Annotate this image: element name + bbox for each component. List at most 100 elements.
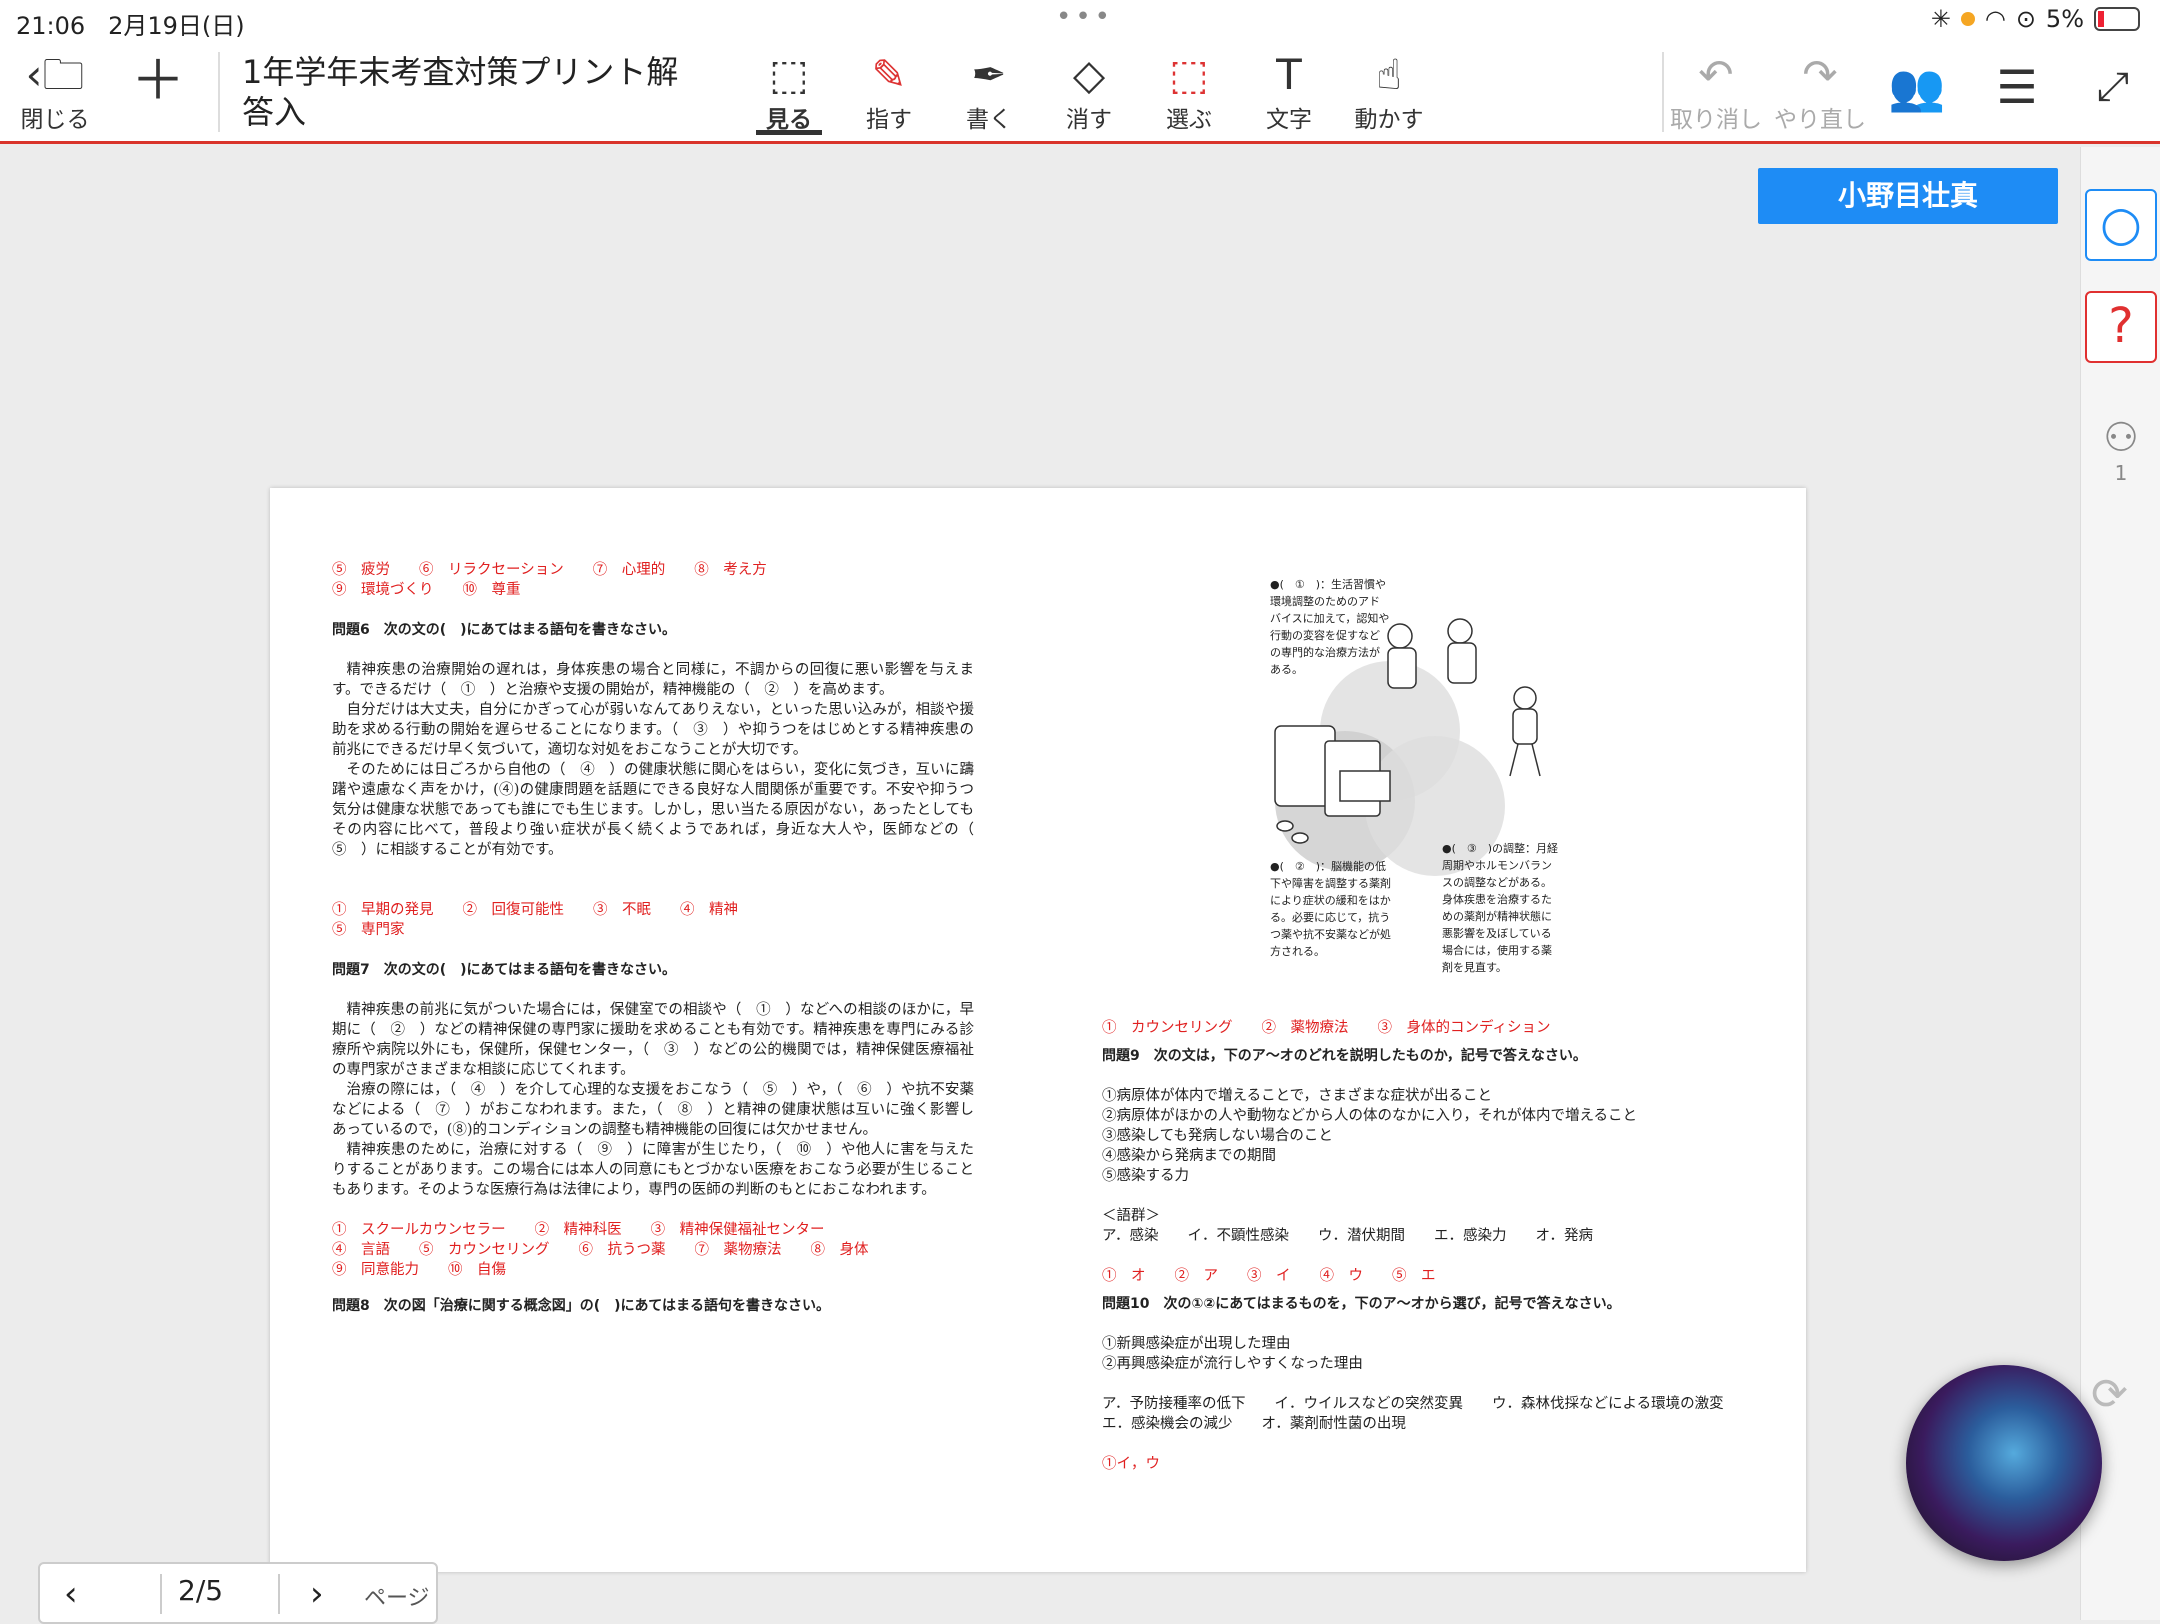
user-name-button[interactable]: 小野目壮真 — [1758, 168, 2058, 224]
tool-label: 消す — [1066, 107, 1112, 133]
answer-line: ⑨ 環境づくり ⑩ 尊重 — [332, 582, 521, 598]
person-icon: ⚇ — [2103, 415, 2139, 461]
q9-item: ④感染から発病までの期間 — [1102, 1148, 1276, 1164]
redo-label: やり直し — [1774, 107, 1866, 133]
answer-line: ④ 言語 ⑤ カウンセリング ⑥ 抗うつ薬 ⑦ 薬物療法 ⑧ 身体 — [332, 1242, 869, 1258]
tool-text[interactable]: T 文字 — [1256, 50, 1322, 134]
word-group: ア．感染 イ．不顕性感染 ウ．潜伏期間 エ．感染力 オ．発病 — [1102, 1228, 1593, 1244]
hamburger-icon: ☰ — [1996, 60, 2038, 114]
paragraph: 自分だけは大丈夫，自分にかぎって心が弱いなんてありえない，といった思い込みが，相… — [332, 702, 974, 758]
page-label: ページ — [364, 1586, 430, 1611]
participants-button[interactable]: 👥 — [1884, 62, 1950, 112]
tool-move[interactable]: ☝ 動かす — [1346, 50, 1432, 134]
question-heading: 問題6 次の文の( )にあてはまる語句を書きなさい。 — [332, 622, 676, 638]
answer-line: ①イ，ウ — [1102, 1456, 1160, 1472]
question-heading: 問題9 次の文は，下のア〜オのどれを説明したものか，記号で答えなさい。 — [1102, 1048, 1587, 1064]
siri-orb[interactable] — [1906, 1365, 2102, 1561]
tool-erase[interactable]: ◇ 消す — [1056, 50, 1122, 134]
paragraph: そのためには日ごろから自他の（ ④ ）の健康状態に関心をはらい，変化に気づき，互… — [332, 762, 989, 858]
paragraph: 治療の際には，（ ④ ）を介して心理的な支援をおこなう（ ⑤ ）や，（ ⑥ ）や… — [332, 1082, 974, 1138]
add-button[interactable]: ＋ — [128, 49, 188, 112]
multitask-dots[interactable]: ••• — [1056, 2, 1114, 32]
q9-item: ①病原体が体内で増えることで，さまざまな症状が出ること — [1102, 1088, 1493, 1104]
loading-icon: ✳ — [1930, 5, 1951, 33]
page-navigator: ‹ 2/5 › ページ — [38, 1562, 438, 1624]
prev-page-button[interactable]: ‹ — [64, 1574, 78, 1614]
undo-button[interactable]: ↶ 取り消し — [1668, 50, 1764, 134]
wifi-icon: ◠ — [1984, 5, 2006, 33]
tool-write[interactable]: ✒ 書く — [956, 50, 1022, 134]
paragraph: 精神疾患の治療開始の遅れは，身体疾患の場合と同様に，不調からの回復に悪い影響を与… — [332, 662, 974, 698]
q9-item: ③感染しても発病しない場合のこと — [1102, 1128, 1333, 1144]
circle-button[interactable]: ○ — [2085, 189, 2157, 261]
tool-label: 書く — [966, 107, 1012, 133]
active-tool-underline — [756, 130, 822, 135]
answer-line: ① 早期の発見 ② 回復可能性 ③ 不眠 ④ 精神 — [332, 902, 738, 918]
pointer-icon: ✎ — [871, 50, 907, 99]
q10-choices: ア．予防接種率の低下 イ．ウイルスなどの突然変異 ウ．森林伐採などによる環境の激… — [1102, 1396, 1753, 1432]
tool-select[interactable]: ⬚ 選ぶ — [1156, 50, 1222, 134]
answer-line: ⑤ 専門家 — [332, 922, 405, 938]
menu-button[interactable]: ☰ — [1984, 62, 2050, 112]
redo-button[interactable]: ↷ やり直し — [1768, 50, 1872, 134]
close-button[interactable]: ‹🗀 閉じる — [14, 50, 96, 134]
eraser-icon: ◇ — [1072, 50, 1106, 99]
left-column: ⑤ 疲労 ⑥ リラクセーション ⑦ 心理的 ⑧ 考え方 ⑨ 環境づくり ⑩ 尊重… — [332, 560, 989, 1324]
tool-view[interactable]: ⬚ 見る — [756, 50, 822, 134]
tool-label: 指す — [866, 107, 912, 133]
circle-icon: ○ — [2100, 196, 2142, 252]
battery-percent: 5% — [2045, 5, 2084, 33]
status-time: 21:06 2月19日(日) — [16, 12, 245, 40]
undo-icon: ↶ — [1698, 50, 1734, 99]
close-label: 閉じる — [20, 107, 90, 133]
tool-point[interactable]: ✎ 指す — [856, 50, 922, 134]
pen-icon: ✒ — [971, 50, 1007, 99]
paragraph: 精神疾患の前兆に気がついた場合には，保健室での相談や（ ① ）などへの相談のほか… — [332, 1002, 974, 1078]
people-icon: 👥 — [1888, 60, 1946, 114]
answer-line: ① カウンセリング ② 薬物療法 ③ 身体的コンディション — [1102, 1020, 1551, 1036]
answer-line: ⑨ 同意能力 ⑩ 自傷 — [332, 1262, 506, 1278]
expand-icon: ⤢ — [2097, 64, 2129, 110]
orientation-lock-icon: ⊙ — [2015, 5, 2036, 33]
q10-item: ②再興感染症が流行しやすくなった理由 — [1102, 1356, 1363, 1372]
tool-label: 文字 — [1266, 107, 1312, 133]
q10-item: ①新興感染症が出現した理由 — [1102, 1336, 1291, 1352]
undo-label: 取り消し — [1670, 107, 1762, 133]
paragraph: 精神疾患のために，治療に対する（ ⑨ ）に障害が生じたり，（ ⑩ ）や他人に害を… — [332, 1142, 974, 1198]
figure-caption: ●( ① )：生活習慣や環境調整のためのアドバイスに加えて，認知や行動の変容を促… — [1270, 578, 1390, 676]
divider — [278, 1574, 280, 1614]
people-count: 1 — [2114, 461, 2128, 485]
folder-back-icon: ‹🗀 — [25, 50, 85, 99]
divider — [160, 1574, 162, 1614]
question-button[interactable]: ? — [2085, 291, 2157, 363]
next-page-button[interactable]: › — [310, 1574, 324, 1614]
figure-caption: ●( ② )：脳機能の低下や障害を調整する薬剤により症状の緩和をはかる。必要に応… — [1270, 860, 1391, 958]
plus-icon: ＋ — [131, 49, 185, 112]
q9-item: ②病原体がほかの人や動物などから人の体のなかに入り，それが体内で増えること — [1102, 1108, 1638, 1124]
document-page: ⑤ 疲労 ⑥ リラクセーション ⑦ 心理的 ⑧ 考え方 ⑨ 環境づくり ⑩ 尊重… — [270, 488, 1806, 1572]
answer-line: ⑤ 疲労 ⑥ リラクセーション ⑦ 心理的 ⑧ 考え方 — [332, 562, 767, 578]
question-icon: ? — [2108, 298, 2134, 354]
answer-line: ① スクールカウンセラー ② 精神科医 ③ 精神保健福祉センター — [332, 1222, 825, 1238]
question-heading: 問題7 次の文の( )にあてはまる語句を書きなさい。 — [332, 962, 676, 978]
right-column: ① カウンセリング ② 薬物療法 ③ 身体的コンディション 問題9 次の文は，下… — [1102, 1018, 1753, 1474]
answer-line: ① オ ② ア ③ イ ④ ウ ⑤ エ — [1102, 1268, 1436, 1284]
expand-button[interactable]: ⤢ — [2080, 62, 2146, 112]
status-bar: 21:06 2月19日(日) ••• ✳ ◠ ⊙ 5% — [0, 0, 2160, 40]
page-indicator[interactable]: 2/5 — [178, 1574, 223, 1607]
word-group-label: ＜語群＞ — [1102, 1208, 1160, 1224]
right-sidebar: ○ ? ⚇ 1 ⟳ — [2080, 147, 2160, 1620]
toolbar: ‹🗀 閉じる ＋ 1年学年末考査対策プリント解答入 ⬚ 見る ✎ 指す ✒ 書く… — [0, 40, 2160, 144]
hand-icon: ☝ — [1376, 50, 1402, 99]
tool-label: 動かす — [1354, 107, 1424, 133]
participant-count[interactable]: ⚇ 1 — [2081, 415, 2160, 485]
battery-icon — [2094, 7, 2140, 31]
question-heading: 問題10 次の①②にあてはまるものを，下のア〜オから選び，記号で答えなさい。 — [1102, 1296, 1621, 1312]
treatment-concept-figure: ●( ① )：生活習慣や環境調整のためのアドバイスに加えて，認知や行動の変容を促… — [1270, 576, 1600, 974]
refresh-icon[interactable]: ⟳ — [2091, 1369, 2128, 1420]
figure-caption: ●( ③ )の調整：月経周期やホルモンバランスの調整などがある。身体疾患を治療す… — [1442, 842, 1559, 974]
view-icon: ⬚ — [769, 50, 809, 99]
document-title: 1年学年末考査対策プリント解答入 — [242, 53, 679, 131]
redo-icon: ↷ — [1802, 50, 1838, 99]
q9-item: ⑤感染する力 — [1102, 1168, 1189, 1184]
